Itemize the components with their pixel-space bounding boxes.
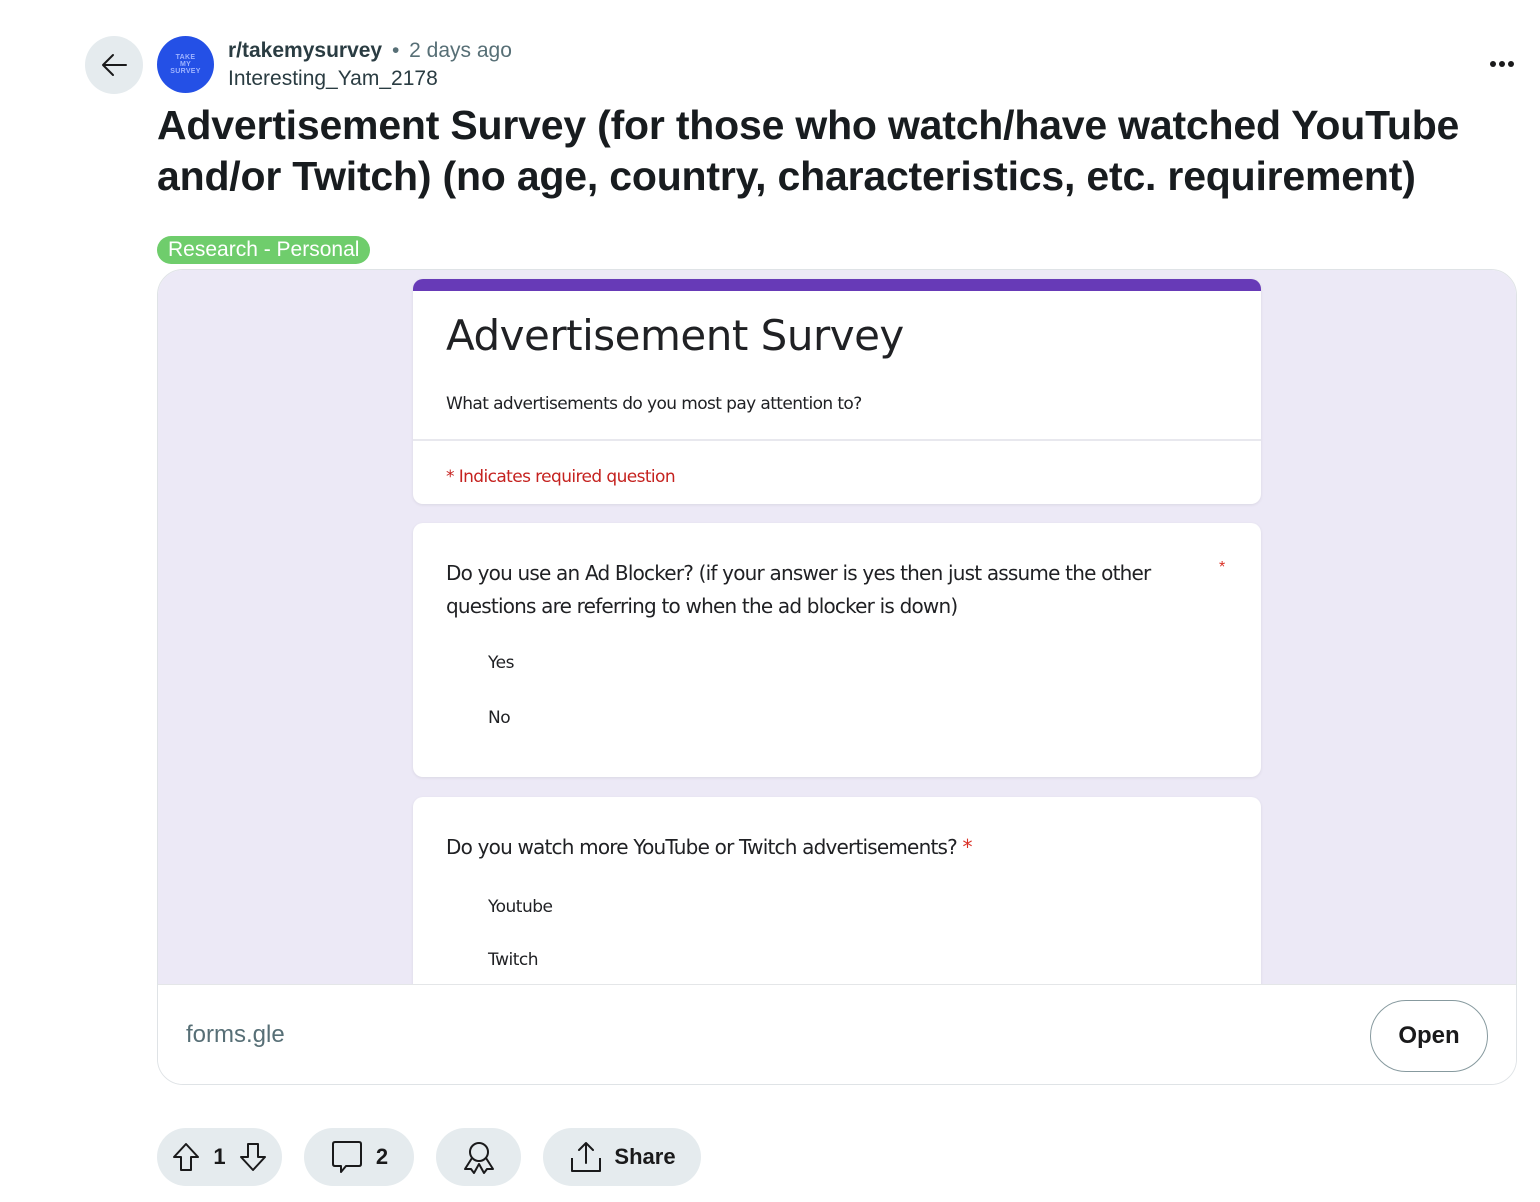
- post-time: 2 days ago: [409, 39, 512, 62]
- question-text-content: Do you watch more YouTube or Twitch adve…: [446, 835, 958, 859]
- required-asterisk: *: [962, 835, 972, 859]
- link-domain: forms.gle: [186, 1021, 285, 1048]
- avatar-text-line: SURVEY: [170, 68, 201, 75]
- share-button[interactable]: Share: [543, 1128, 701, 1186]
- award-ribbon-icon: [463, 1142, 494, 1174]
- subreddit-avatar[interactable]: TAKE MY SURVEY: [157, 36, 214, 93]
- comment-count: 2: [375, 1144, 389, 1169]
- share-label: Share: [614, 1144, 676, 1169]
- option-label: No: [488, 708, 511, 728]
- vote-count: 1: [213, 1144, 226, 1169]
- arrow-up-outline-icon: [173, 1143, 200, 1171]
- form-header-card: Advertisement Survey What advertisements…: [413, 279, 1261, 504]
- required-note: * Indicates required question: [446, 467, 676, 487]
- link-preview-card[interactable]: Advertisement Survey What advertisements…: [157, 269, 1517, 1085]
- form-title: Advertisement Survey: [446, 311, 904, 360]
- question-text: Do you watch more YouTube or Twitch adve…: [446, 831, 1206, 864]
- open-link-button[interactable]: Open: [1370, 1000, 1488, 1072]
- form-divider: [413, 439, 1261, 441]
- ellipsis-icon-dot: [1508, 61, 1514, 67]
- upvote-button[interactable]: [171, 1141, 201, 1173]
- back-button[interactable]: [85, 36, 143, 94]
- downvote-button[interactable]: [238, 1141, 268, 1173]
- link-card-footer: forms.gle Open: [158, 984, 1516, 1084]
- ellipsis-icon-dot: [1490, 61, 1496, 67]
- ellipsis-icon-dot: [1499, 61, 1505, 67]
- author-link[interactable]: Interesting_Yam_2178: [228, 64, 512, 94]
- award-button[interactable]: [436, 1128, 521, 1186]
- post-meta: r/takemysurvey • 2 days ago Interesting_…: [228, 38, 512, 94]
- more-options-button[interactable]: [1482, 52, 1522, 76]
- meta-separator: •: [391, 39, 400, 62]
- form-question-card: Do you watch more YouTube or Twitch adve…: [413, 797, 1261, 984]
- comments-button[interactable]: 2: [304, 1128, 414, 1186]
- form-question-card: Do you use an Ad Blocker? (if your answe…: [413, 523, 1261, 777]
- avatar-text-line: MY: [179, 61, 192, 68]
- post-flair[interactable]: Research - Personal: [157, 236, 371, 264]
- speech-bubble-icon: [331, 1141, 362, 1173]
- post-title: Advertisement Survey (for those who watc…: [157, 102, 1460, 199]
- arrow-left-icon: [102, 54, 127, 76]
- share-upload-icon: [571, 1142, 602, 1172]
- post-action-bar: 1 2 Share: [157, 1128, 701, 1186]
- required-asterisk: *: [1219, 559, 1226, 576]
- form-description: What advertisements do you most pay atte…: [446, 394, 862, 414]
- avatar-text-line: TAKE: [175, 54, 196, 61]
- subreddit-link[interactable]: r/takemysurvey: [228, 39, 382, 62]
- vote-control: 1: [157, 1128, 282, 1186]
- option-label: Twitch: [488, 950, 538, 970]
- link-preview-image[interactable]: Advertisement Survey What advertisements…: [158, 270, 1516, 984]
- question-text: Do you use an Ad Blocker? (if your answe…: [446, 561, 1151, 618]
- option-label: Youtube: [488, 897, 553, 917]
- option-label: Yes: [488, 653, 514, 673]
- arrow-down-outline-icon: [239, 1143, 266, 1171]
